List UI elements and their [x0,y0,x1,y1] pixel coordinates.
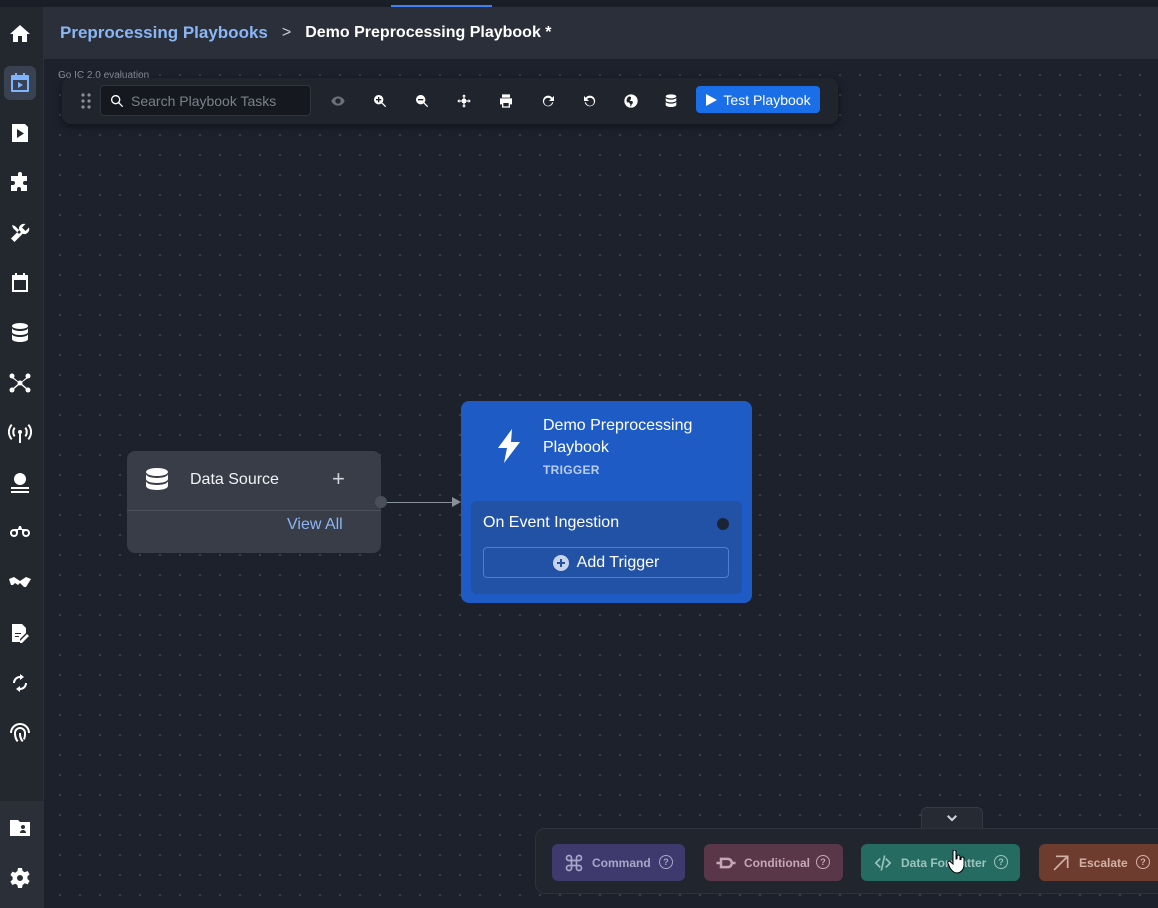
canvas-toolbar: Test Playbook [62,78,838,124]
trigger-event-label: On Event Ingestion [483,514,620,531]
command-task-button[interactable]: Command ? [552,844,685,881]
drag-handle-icon[interactable] [80,92,92,110]
connector-arrowhead [452,497,461,507]
data-source-output-port[interactable] [375,496,387,508]
data-formatter-task-button[interactable]: Data Formatter ? [861,844,1020,881]
search-icon [111,94,124,107]
help-icon[interactable]: ? [1136,855,1150,869]
database-icon [145,467,169,495]
sync-icon[interactable] [4,666,36,700]
search-box [100,85,311,116]
play-icon[interactable] [4,116,36,150]
page-title: Demo Preprocessing Playbook * [305,24,552,41]
hand-cursor-icon [946,849,966,874]
data-formatter-label: Data Formatter [901,855,987,870]
breadcrumb-separator: > [281,24,292,41]
palette-collapse-button[interactable] [921,807,983,829]
redo-icon[interactable] [537,90,559,112]
breadcrumb-parent-link[interactable]: Preprocessing Playbooks [60,23,268,43]
handshake-icon[interactable] [4,566,36,600]
test-playbook-button[interactable]: Test Playbook [696,86,820,113]
database-icon[interactable] [660,90,682,112]
binoculars-icon[interactable] [4,516,36,550]
network-icon[interactable] [4,366,36,400]
help-icon[interactable]: ? [816,855,830,869]
print-icon[interactable] [495,90,517,112]
arrow-up-right-icon [1053,855,1069,870]
eye-icon[interactable] [327,90,349,112]
playbooks-calendar-icon[interactable] [4,66,36,100]
add-trigger-label: Add Trigger [576,553,660,571]
zoom-out-icon[interactable] [411,90,433,112]
connector-line [387,502,459,503]
document-edit-icon[interactable] [4,616,36,650]
help-icon[interactable]: ? [659,855,673,869]
view-all-link[interactable]: View All [287,516,343,534]
chevron-down-icon [947,814,957,821]
escalate-label: Escalate [1079,855,1128,870]
zoom-in-icon[interactable] [369,90,391,112]
trigger-output-port[interactable] [717,518,729,530]
antenna-icon[interactable] [4,416,36,450]
fingerprint-icon[interactable] [4,716,36,750]
trigger-body: On Event Ingestion Add Trigger [471,501,742,594]
divider [127,510,381,511]
trigger-title: Demo Preprocessing Playbook [543,417,693,456]
play-triangle-icon [706,93,718,106]
escalate-task-button[interactable]: Escalate ? [1039,844,1158,881]
trigger-type-label: TRIGGER [543,463,600,477]
folder-user-icon[interactable] [4,811,36,845]
conditional-label: Conditional [744,855,810,870]
add-data-source-button[interactable]: + [332,466,345,492]
playbook-canvas[interactable]: Go IC 2.0 evaluation Search Playbook Tas… [44,59,1158,908]
test-playbook-label: Test Playbook [723,91,811,108]
fit-view-icon[interactable] [453,90,475,112]
task-palette: Command ? Conditional ? Data Formatter ?… [535,828,1158,894]
undo-icon[interactable] [579,90,601,112]
command-icon [565,854,583,871]
sidebar [0,7,44,908]
globe-icon[interactable] [620,90,642,112]
data-source-node[interactable]: Data Source + View All [127,451,381,553]
home-icon[interactable] [4,17,36,51]
database-icon[interactable] [4,316,36,350]
lightning-bolt-icon [495,429,523,463]
conditional-icon [716,857,736,868]
top-strip [0,0,1158,7]
code-icon [874,855,892,870]
settings-gear-icon[interactable] [4,861,36,895]
conditional-task-button[interactable]: Conditional ? [704,844,843,881]
help-icon[interactable]: ? [994,855,1008,869]
add-trigger-button[interactable]: Add Trigger [483,547,729,578]
data-source-title: Data Source [190,471,279,488]
sidebar-bottom [0,801,44,908]
header-breadcrumb: Preprocessing Playbooks > Demo Preproces… [44,7,1158,59]
tools-icon[interactable] [4,216,36,250]
search-input[interactable] [131,92,301,109]
command-label: Command [592,855,651,870]
plus-circle-icon [552,554,569,571]
calendar-icon[interactable] [4,266,36,300]
trigger-node[interactable]: Demo Preprocessing Playbook TRIGGER On E… [461,401,752,603]
globe-user-icon[interactable] [4,466,36,500]
puzzle-icon[interactable] [4,166,36,200]
